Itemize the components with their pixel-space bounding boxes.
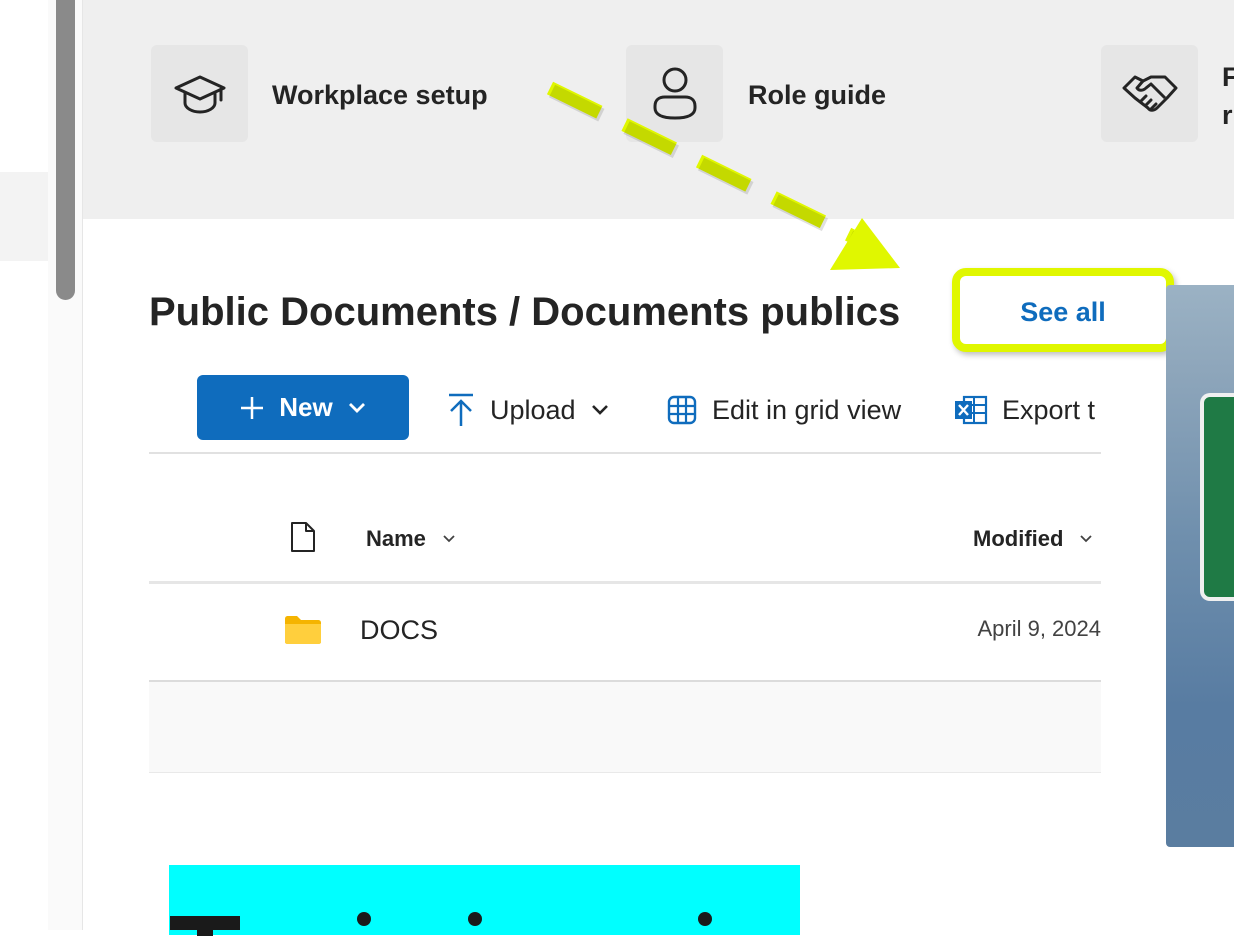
left-rail <box>0 0 48 930</box>
file-type-column-header[interactable] <box>289 520 317 559</box>
header-divider <box>149 581 1101 584</box>
webpart-dot <box>698 912 712 926</box>
graduation-cap-icon <box>174 75 225 114</box>
new-button[interactable]: New <box>197 375 409 440</box>
upload-button[interactable]: Upload <box>446 389 610 431</box>
webpart-glyph-stem <box>197 916 213 936</box>
edit-grid-view-button[interactable]: Edit in grid view <box>666 389 901 431</box>
see-all-link[interactable]: See all <box>1020 297 1106 328</box>
section-title: Public Documents / Documents publics <box>149 290 901 334</box>
row-name[interactable]: DOCS <box>360 615 438 646</box>
person-icon <box>653 67 696 120</box>
quick-link-label-third-line1[interactable]: F <box>1222 62 1234 93</box>
see-all-highlight: See all <box>952 268 1174 352</box>
webpart-dot <box>468 912 482 926</box>
quick-link-tile-workplace-setup[interactable] <box>151 45 248 142</box>
upload-label: Upload <box>490 394 576 425</box>
table-empty-row <box>149 682 1101 773</box>
command-bar-divider <box>149 452 1101 454</box>
chevron-down-icon <box>443 535 455 543</box>
modified-column-header[interactable]: Modified <box>973 526 1093 552</box>
table-row[interactable]: DOCS April 9, 2024 <box>149 585 1101 680</box>
folder-icon <box>285 616 321 644</box>
excel-icon <box>955 395 988 425</box>
webpart-dot <box>357 912 371 926</box>
quick-link-label-role-guide[interactable]: Role guide <box>748 80 886 111</box>
name-column-header[interactable]: Name <box>366 526 456 552</box>
modified-column-label: Modified <box>973 526 1064 551</box>
document-icon <box>291 522 315 552</box>
scrollbar-thumb[interactable] <box>56 0 75 300</box>
export-label: Export t <box>1002 394 1096 425</box>
new-button-label: New <box>279 392 333 422</box>
quick-link-label-third-line2[interactable]: r <box>1222 100 1233 131</box>
chevron-down-icon <box>348 402 365 413</box>
quick-link-tile-third[interactable] <box>1101 45 1198 142</box>
chevron-down-icon <box>1080 535 1093 543</box>
left-rail-selected-item[interactable] <box>0 172 48 261</box>
side-image-sign <box>1200 393 1234 601</box>
name-column-label: Name <box>366 526 426 551</box>
upload-icon <box>449 393 473 426</box>
plus-icon <box>241 396 264 419</box>
handshake-icon <box>1122 75 1177 112</box>
row-modified: April 9, 2024 <box>977 616 1101 641</box>
export-button[interactable]: Export t <box>954 389 1095 431</box>
edit-grid-view-label: Edit in grid view <box>712 394 902 425</box>
quick-link-label-workplace-setup[interactable]: Workplace setup <box>272 80 488 111</box>
grid-icon <box>667 395 697 425</box>
quick-link-tile-role-guide[interactable] <box>626 45 723 142</box>
chevron-down-icon <box>591 405 608 415</box>
